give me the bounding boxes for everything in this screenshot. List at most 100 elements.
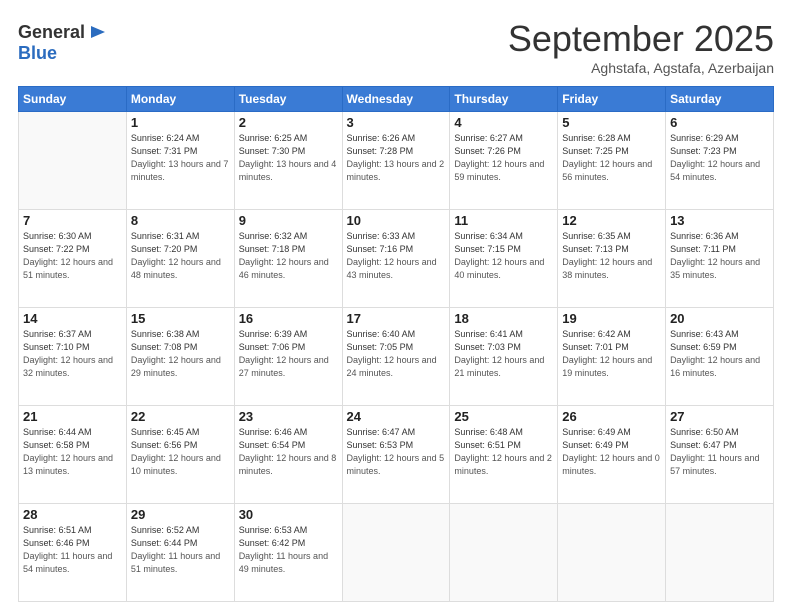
day-number: 18 (454, 311, 553, 326)
day-info: Sunrise: 6:28 AMSunset: 7:25 PMDaylight:… (562, 132, 661, 184)
day-number: 28 (23, 507, 122, 522)
calendar-cell: 30 Sunrise: 6:53 AMSunset: 6:42 PMDayligh… (234, 504, 342, 602)
day-info: Sunrise: 6:49 AMSunset: 6:49 PMDaylight:… (562, 426, 661, 478)
calendar-cell: 28 Sunrise: 6:51 AMSunset: 6:46 PMDayligh… (19, 504, 127, 602)
week-row-1: 7 Sunrise: 6:30 AMSunset: 7:22 PMDaylight… (19, 210, 774, 308)
day-number: 25 (454, 409, 553, 424)
page: General Blue September 2025 Aghstafa, Ag… (0, 0, 792, 612)
day-number: 20 (670, 311, 769, 326)
calendar-cell: 18 Sunrise: 6:41 AMSunset: 7:03 PMDayligh… (450, 308, 558, 406)
logo: General Blue (18, 22, 109, 64)
calendar-cell: 7 Sunrise: 6:30 AMSunset: 7:22 PMDaylight… (19, 210, 127, 308)
day-info: Sunrise: 6:27 AMSunset: 7:26 PMDaylight:… (454, 132, 553, 184)
day-number: 19 (562, 311, 661, 326)
day-info: Sunrise: 6:32 AMSunset: 7:18 PMDaylight:… (239, 230, 338, 282)
calendar-cell: 4 Sunrise: 6:27 AMSunset: 7:26 PMDaylight… (450, 112, 558, 210)
week-row-2: 14 Sunrise: 6:37 AMSunset: 7:10 PMDayligh… (19, 308, 774, 406)
day-number: 27 (670, 409, 769, 424)
weekday-saturday: Saturday (666, 87, 774, 112)
day-info: Sunrise: 6:50 AMSunset: 6:47 PMDaylight:… (670, 426, 769, 478)
day-info: Sunrise: 6:39 AMSunset: 7:06 PMDaylight:… (239, 328, 338, 380)
day-info: Sunrise: 6:38 AMSunset: 7:08 PMDaylight:… (131, 328, 230, 380)
day-info: Sunrise: 6:48 AMSunset: 6:51 PMDaylight:… (454, 426, 553, 478)
day-number: 10 (347, 213, 446, 228)
calendar-cell (342, 504, 450, 602)
calendar-cell: 11 Sunrise: 6:34 AMSunset: 7:15 PMDayligh… (450, 210, 558, 308)
weekday-tuesday: Tuesday (234, 87, 342, 112)
calendar-cell: 15 Sunrise: 6:38 AMSunset: 7:08 PMDayligh… (126, 308, 234, 406)
calendar-cell: 2Sunrise: 6:25 AMSunset: 7:30 PMDaylight… (234, 112, 342, 210)
day-number: 6 (670, 115, 769, 130)
calendar-cell (450, 504, 558, 602)
day-number: 3 (347, 115, 446, 130)
header: General Blue September 2025 Aghstafa, Ag… (18, 18, 774, 76)
calendar-cell: 25 Sunrise: 6:48 AMSunset: 6:51 PMDayligh… (450, 406, 558, 504)
day-number: 17 (347, 311, 446, 326)
title-block: September 2025 Aghstafa, Agstafa, Azerba… (508, 18, 774, 76)
weekday-sunday: Sunday (19, 87, 127, 112)
day-info: Sunrise: 6:51 AMSunset: 6:46 PMDaylight:… (23, 524, 122, 576)
day-info: Sunrise: 6:41 AMSunset: 7:03 PMDaylight:… (454, 328, 553, 380)
week-row-3: 21 Sunrise: 6:44 AMSunset: 6:58 PMDayligh… (19, 406, 774, 504)
week-row-0: 1 Sunrise: 6:24 AMSunset: 7:31 PMDaylight… (19, 112, 774, 210)
calendar-cell: 20 Sunrise: 6:43 AMSunset: 6:59 PMDayligh… (666, 308, 774, 406)
day-info: Sunrise: 6:43 AMSunset: 6:59 PMDaylight:… (670, 328, 769, 380)
calendar-cell: 1 Sunrise: 6:24 AMSunset: 7:31 PMDaylight… (126, 112, 234, 210)
day-number: 5 (562, 115, 661, 130)
day-info: Sunrise: 6:30 AMSunset: 7:22 PMDaylight:… (23, 230, 122, 282)
day-info: Sunrise: 6:36 AMSunset: 7:11 PMDaylight:… (670, 230, 769, 282)
day-number: 29 (131, 507, 230, 522)
calendar-cell: 19 Sunrise: 6:42 AMSunset: 7:01 PMDayligh… (558, 308, 666, 406)
day-info: Sunrise: 6:29 AMSunset: 7:23 PMDaylight:… (670, 132, 769, 184)
day-number: 12 (562, 213, 661, 228)
day-info: Sunrise: 6:37 AMSunset: 7:10 PMDaylight:… (23, 328, 122, 380)
calendar: SundayMondayTuesdayWednesdayThursdayFrid… (18, 86, 774, 602)
day-info: Sunrise: 6:24 AMSunset: 7:31 PMDaylight:… (131, 132, 230, 184)
day-number: 4 (454, 115, 553, 130)
day-info: Sunrise: 6:42 AMSunset: 7:01 PMDaylight:… (562, 328, 661, 380)
day-info: Sunrise: 6:45 AMSunset: 6:56 PMDaylight:… (131, 426, 230, 478)
day-info: Sunrise: 6:26 AMSunset: 7:28 PMDaylight:… (347, 132, 446, 184)
calendar-cell: 10 Sunrise: 6:33 AMSunset: 7:16 PMDayligh… (342, 210, 450, 308)
weekday-wednesday: Wednesday (342, 87, 450, 112)
month-title: September 2025 (508, 18, 774, 60)
calendar-cell: 27 Sunrise: 6:50 AMSunset: 6:47 PMDayligh… (666, 406, 774, 504)
day-number: 22 (131, 409, 230, 424)
calendar-cell: 21 Sunrise: 6:44 AMSunset: 6:58 PMDayligh… (19, 406, 127, 504)
day-info: Sunrise: 6:35 AMSunset: 7:13 PMDaylight:… (562, 230, 661, 282)
day-number: 9 (239, 213, 338, 228)
calendar-cell: 17 Sunrise: 6:40 AMSunset: 7:05 PMDayligh… (342, 308, 450, 406)
day-number: 26 (562, 409, 661, 424)
day-info: Sunrise: 6:40 AMSunset: 7:05 PMDaylight:… (347, 328, 446, 380)
calendar-cell: 3 Sunrise: 6:26 AMSunset: 7:28 PMDaylight… (342, 112, 450, 210)
day-number: 21 (23, 409, 122, 424)
day-number: 15 (131, 311, 230, 326)
calendar-cell: 29 Sunrise: 6:52 AMSunset: 6:44 PMDayligh… (126, 504, 234, 602)
day-number: 14 (23, 311, 122, 326)
day-number: 30 (239, 507, 338, 522)
day-number: 23 (239, 409, 338, 424)
day-info: Sunrise: 6:33 AMSunset: 7:16 PMDaylight:… (347, 230, 446, 282)
day-number: 11 (454, 213, 553, 228)
subtitle: Aghstafa, Agstafa, Azerbaijan (508, 60, 774, 76)
day-number: 24 (347, 409, 446, 424)
weekday-friday: Friday (558, 87, 666, 112)
calendar-cell: 8Sunrise: 6:31 AMSunset: 7:20 PMDaylight… (126, 210, 234, 308)
calendar-cell: 16Sunrise: 6:39 AMSunset: 7:06 PMDayligh… (234, 308, 342, 406)
calendar-cell (666, 504, 774, 602)
logo-blue: Blue (18, 43, 57, 63)
day-info: Sunrise: 6:52 AMSunset: 6:44 PMDaylight:… (131, 524, 230, 576)
calendar-cell (19, 112, 127, 210)
day-number: 7 (23, 213, 122, 228)
calendar-cell: 5 Sunrise: 6:28 AMSunset: 7:25 PMDaylight… (558, 112, 666, 210)
calendar-cell: 12 Sunrise: 6:35 AMSunset: 7:13 PMDayligh… (558, 210, 666, 308)
day-info: Sunrise: 6:47 AMSunset: 6:53 PMDaylight:… (347, 426, 446, 478)
day-info: Sunrise: 6:34 AMSunset: 7:15 PMDaylight:… (454, 230, 553, 282)
calendar-cell: 26 Sunrise: 6:49 AMSunset: 6:49 PMDayligh… (558, 406, 666, 504)
day-info: Sunrise: 6:53 AMSunset: 6:42 PMDaylight:… (239, 524, 338, 576)
day-number: 1 (131, 115, 230, 130)
day-number: 8 (131, 213, 230, 228)
day-info: Sunrise: 6:25 AMSunset: 7:30 PMDaylight:… (239, 132, 338, 184)
day-info: Sunrise: 6:44 AMSunset: 6:58 PMDaylight:… (23, 426, 122, 478)
logo-flag-icon (87, 22, 109, 44)
